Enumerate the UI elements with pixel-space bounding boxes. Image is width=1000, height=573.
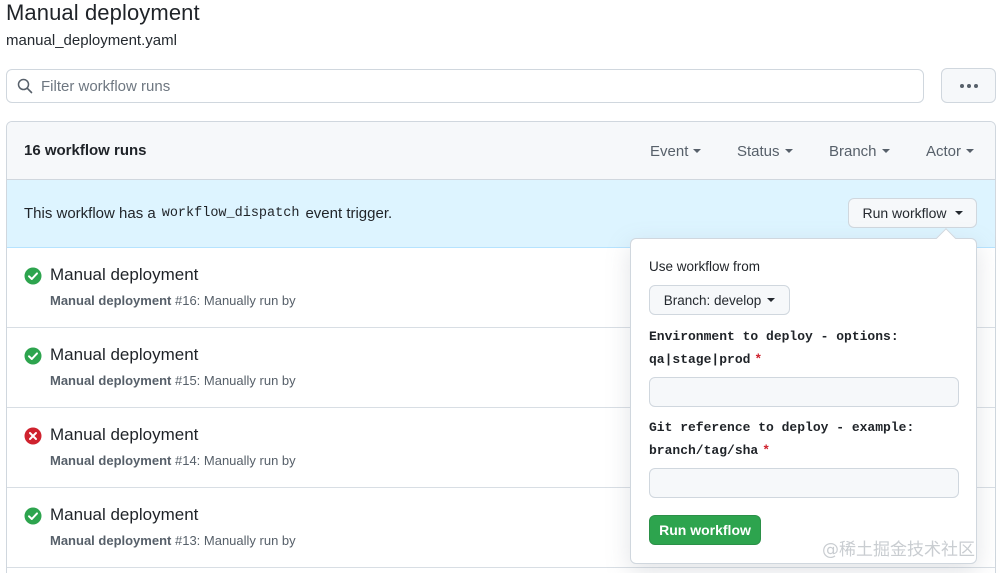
run-workflow-name: Manual deployment: [50, 293, 172, 308]
check-circle-icon: [24, 507, 42, 525]
run-workflow-name: Manual deployment: [50, 533, 172, 548]
run-meta: Manual deployment #15: Manually run by: [50, 373, 296, 388]
banner-text-after: event trigger.: [305, 205, 393, 222]
run-meta-text: #14: Manually run by: [174, 453, 296, 468]
git-ref-input[interactable]: [649, 468, 959, 498]
banner-text-before: This workflow has a: [24, 205, 156, 222]
search-input[interactable]: [41, 70, 923, 102]
runs-header: 16 workflow runs Event Status Branch Act…: [7, 122, 995, 180]
run-title[interactable]: Manual deployment: [50, 345, 198, 365]
caret-down-icon: [693, 149, 702, 153]
caret-down-icon: [954, 211, 963, 215]
git-ref-input-label: Git reference to deploy - example: branc…: [649, 416, 969, 462]
x-circle-icon: [24, 427, 42, 445]
kebab-icon: [959, 83, 978, 88]
run-meta-text: #16: Manually run by: [174, 293, 296, 308]
run-workflow-name: Manual deployment: [50, 373, 172, 388]
required-marker: *: [762, 443, 771, 458]
branch-select-label: Branch: develop: [663, 292, 762, 308]
status-filter-label: Status: [737, 142, 780, 160]
run-title[interactable]: Manual deployment: [50, 425, 198, 445]
environment-label-line1: Environment to deploy - options:: [649, 329, 899, 344]
search-icon: [17, 78, 33, 94]
status-filter-menu[interactable]: Status: [737, 122, 793, 180]
use-workflow-from-label: Use workflow from: [649, 259, 761, 274]
run-workflow-popover: Use workflow from Branch: develop Enviro…: [630, 238, 977, 564]
check-circle-icon: [24, 267, 42, 285]
run-meta-text: #15: Manually run by: [174, 373, 296, 388]
branch-filter-menu[interactable]: Branch: [829, 122, 890, 180]
run-workflow-dropdown-label: Run workflow: [862, 205, 947, 221]
banner-code: workflow_dispatch: [161, 206, 300, 221]
more-options-button[interactable]: [941, 68, 996, 103]
workflow-file-name: manual_deployment.yaml: [6, 32, 177, 49]
event-filter-label: Event: [650, 142, 689, 160]
watermark: @稀土掘金技术社区: [822, 540, 975, 560]
page-title: Manual deployment: [6, 0, 200, 25]
caret-down-icon: [784, 149, 793, 153]
runs-count: 16 workflow runs: [24, 142, 147, 159]
environment-input-label: Environment to deploy - options: qa|stag…: [649, 325, 969, 371]
actor-filter-menu[interactable]: Actor: [926, 122, 975, 180]
branch-filter-label: Branch: [829, 142, 877, 160]
caret-down-icon: [767, 298, 776, 302]
git-ref-label-line2: branch/tag/sha: [649, 443, 759, 458]
run-meta: Manual deployment #16: Manually run by: [50, 293, 296, 308]
branch-select-button[interactable]: Branch: develop: [649, 285, 790, 315]
run-title[interactable]: Manual deployment: [50, 265, 198, 285]
git-ref-label-line1: Git reference to deploy - example:: [649, 420, 915, 435]
environment-input[interactable]: [649, 377, 959, 407]
run-meta: Manual deployment #13: Manually run by: [50, 533, 296, 548]
run-meta: Manual deployment #14: Manually run by: [50, 453, 296, 468]
run-workflow-name: Manual deployment: [50, 453, 172, 468]
event-filter-menu[interactable]: Event: [650, 122, 702, 180]
run-meta-text: #13: Manually run by: [174, 533, 296, 548]
actor-filter-label: Actor: [926, 142, 962, 160]
environment-label-line2: qa|stage|prod: [649, 352, 751, 367]
check-circle-icon: [24, 347, 42, 365]
caret-down-icon: [966, 149, 975, 153]
run-workflow-submit-button[interactable]: Run workflow: [649, 515, 761, 545]
filter-runs-search[interactable]: [6, 69, 924, 103]
required-marker: *: [754, 352, 763, 367]
run-title[interactable]: Manual deployment: [50, 505, 198, 525]
caret-down-icon: [881, 149, 890, 153]
run-workflow-dropdown-button[interactable]: Run workflow: [848, 198, 977, 228]
